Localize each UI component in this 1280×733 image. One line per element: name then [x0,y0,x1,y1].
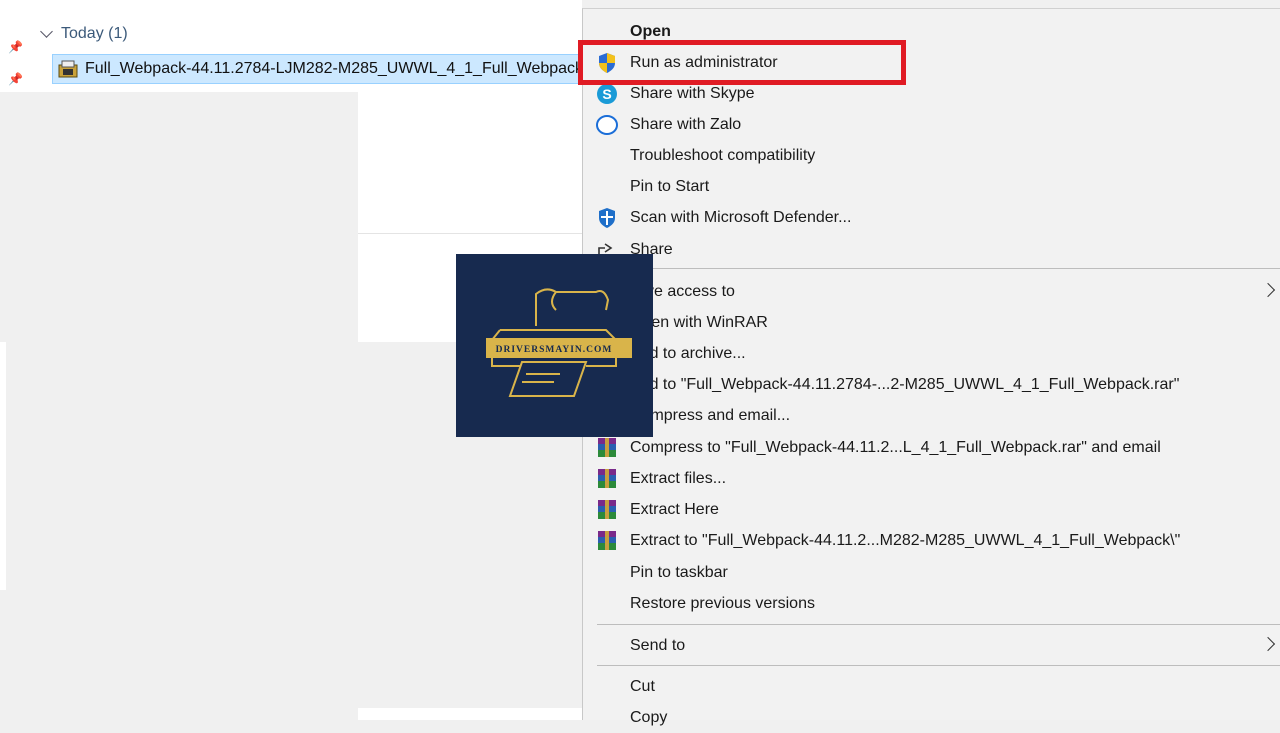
pin-icon[interactable]: 📌 [8,40,23,54]
group-header-label: Today (1) [61,25,128,42]
chevron-down-icon[interactable] [40,24,53,38]
installer-file-icon [58,60,78,78]
group-header-today[interactable]: Today (1) [40,22,128,46]
pin-icon[interactable]: 📌 [8,72,23,86]
menu-item-share-with-zalo[interactable]: Share with Zalo [583,110,1280,140]
menu-separator [597,268,1280,269]
winrar-icon [598,469,616,488]
menu-item-label: Share with Zalo [630,116,742,133]
menu-item-compress-and-email[interactable]: Compress and email... [583,401,1280,431]
menu-item-label: Extract files... [630,470,727,487]
menu-item-label: Copy [630,709,668,726]
chevron-right-icon [1260,282,1276,298]
menu-item-send-to[interactable]: Send to [583,631,1280,661]
menu-item-scan-with-defender[interactable]: Scan with Microsoft Defender... [583,203,1280,233]
menu-item-share[interactable]: Share [583,235,1280,265]
menu-item-troubleshoot-compatibility[interactable]: Troubleshoot compatibility [583,141,1280,171]
menu-item-extract-to-folder[interactable]: Extract to "Full_Webpack-44.11.2...M282-… [583,526,1280,556]
menu-item-cut[interactable]: Cut [583,672,1280,702]
menu-item-extract-here[interactable]: Extract Here [583,495,1280,525]
menu-item-copy[interactable]: Copy [583,703,1280,733]
menu-separator [597,624,1280,625]
menu-separator [597,665,1280,666]
file-row-selected[interactable]: Full_Webpack-44.11.2784-LJM282-M285_UWWL… [52,54,582,84]
menu-item-label: Compress to "Full_Webpack-44.11.2...L_4_… [630,439,1161,456]
menu-item-label: Extract Here [630,501,719,518]
menu-item-give-access-to[interactable]: Give access to [583,277,1280,307]
printer-logo-icon: DRIVERSMAYIN.COM [486,288,632,397]
zalo-icon [596,115,618,135]
menu-item-label: Troubleshoot compatibility [630,147,816,164]
winrar-icon [598,531,616,550]
menu-item-add-to-archive[interactable]: Add to archive... [583,339,1280,369]
file-list-area: 📌 📌 Today (1) Full_Webpack-44.11.2784-LJ… [0,0,582,92]
logo-text: DRIVERSMAYIN.COM [496,345,613,355]
defender-icon [599,208,615,228]
menu-item-label: Extract to "Full_Webpack-44.11.2...M282-… [630,532,1181,549]
menu-item-extract-files[interactable]: Extract files... [583,464,1280,494]
menu-item-compress-to-rar-and-email[interactable]: Compress to "Full_Webpack-44.11.2...L_4_… [583,433,1280,463]
background-strip [0,342,6,590]
menu-item-pin-to-taskbar[interactable]: Pin to taskbar [583,558,1280,588]
watermark-logo: DRIVERSMAYIN.COM [456,254,653,437]
chevron-right-icon [1260,636,1276,652]
menu-item-label: Cut [630,678,655,695]
menu-item-label: Add to "Full_Webpack-44.11.2784-...2-M28… [630,376,1180,393]
background-strip [358,708,582,720]
winrar-icon [598,500,616,519]
menu-item-label: Send to [630,637,686,654]
menu-item-label: Restore previous versions [630,595,815,612]
file-name: Full_Webpack-44.11.2784-LJM282-M285_UWWL… [85,60,582,77]
menu-item-open-with-winrar[interactable]: Open with WinRAR [583,308,1280,338]
menu-item-pin-to-start[interactable]: Pin to Start [583,172,1280,202]
highlight-box [578,40,906,85]
menu-item-label: Open [630,23,671,40]
context-menu: Open Run as administrator S Share with S… [582,8,1280,726]
menu-item-label: Pin to taskbar [630,564,728,581]
svg-text:S: S [602,86,611,102]
menu-item-label: Share with Skype [630,85,755,102]
menu-item-add-to-rar[interactable]: Add to "Full_Webpack-44.11.2784-...2-M28… [583,370,1280,400]
menu-item-restore-previous-versions[interactable]: Restore previous versions [583,589,1280,619]
menu-item-label: Pin to Start [630,178,710,195]
menu-item-label: Scan with Microsoft Defender... [630,209,852,226]
skype-icon: S [597,84,617,104]
